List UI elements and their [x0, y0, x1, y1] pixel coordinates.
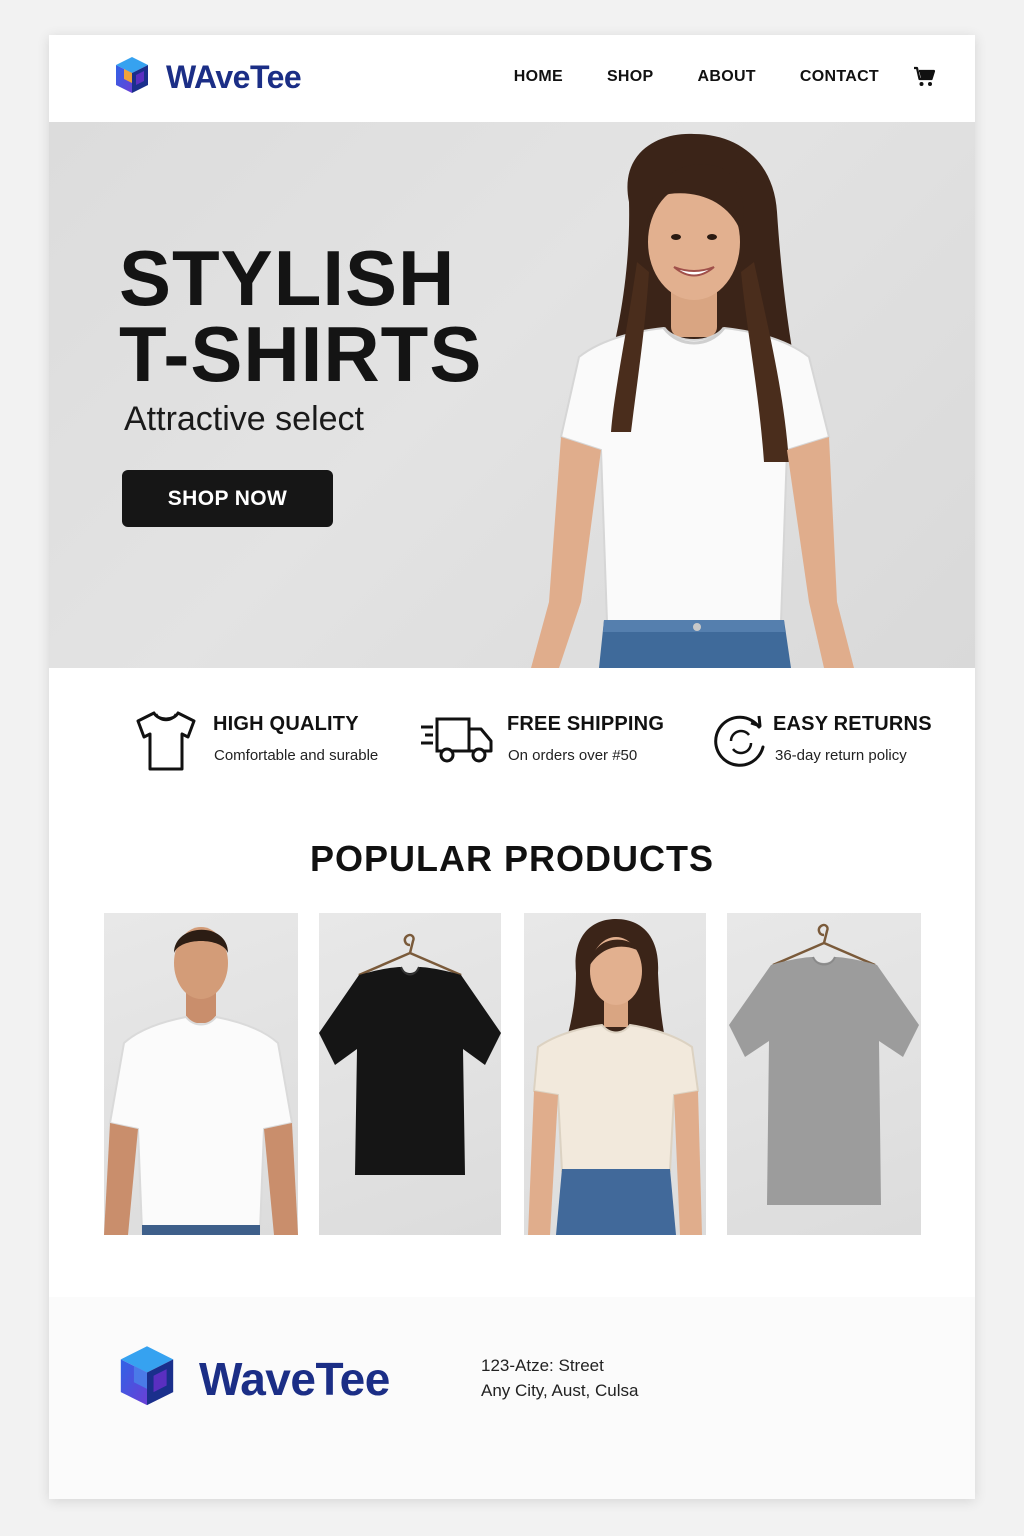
nav-contact[interactable]: CONTACT [800, 68, 879, 86]
product-card-black-tshirt[interactable] [319, 913, 501, 1235]
feature-quality: HIGH QUALITY Comfortable and surable [132, 705, 412, 785]
page: WAveTee HOME SHOP ABOUT CONTACT STYLISH … [49, 35, 975, 1499]
product-card-cream-tshirt[interactable] [524, 913, 706, 1235]
footer-brand-name: WaveTee [199, 1353, 390, 1405]
hero-subtitle: Attractive select [124, 400, 364, 438]
address-line1: 123-Atze: Street [481, 1356, 604, 1375]
nav-about[interactable]: ABOUT [697, 68, 755, 86]
hero-title-line1: STYLISH [119, 234, 456, 322]
hero-title-line2: T-SHIRTS [119, 310, 483, 398]
brand-name: WAveTee [166, 58, 302, 95]
product-card-white-tshirt[interactable] [104, 913, 298, 1235]
hero-title: STYLISH T-SHIRTS [119, 239, 482, 393]
nav-shop[interactable]: SHOP [607, 68, 654, 86]
returns-icon [714, 715, 765, 767]
feature-shipping-desc: On orders over #50 [508, 747, 638, 764]
footer: WaveTee 123-Atze: Street Any City, Aust,… [49, 1297, 975, 1499]
product-card-grey-tshirt[interactable] [727, 913, 921, 1235]
feature-shipping: FREE SHIPPING On orders over #50 [419, 705, 679, 785]
address-line2: Any City, Aust, Culsa [481, 1381, 639, 1400]
product-image-cream-woman [528, 919, 702, 1235]
product-image-grey-hanger [729, 923, 919, 1205]
feature-returns-title: EASY RETURNS [773, 713, 932, 735]
product-image-black-hanger [319, 933, 501, 1175]
feature-quality-title: HIGH QUALITY [213, 713, 359, 735]
feature-returns-desc: 36-day return policy [775, 747, 907, 764]
brand-logo[interactable]: WAveTee [110, 55, 302, 99]
tshirt-icon [136, 711, 196, 771]
footer-brand[interactable]: WaveTee [111, 1343, 390, 1415]
cube-logo-icon [116, 57, 148, 93]
feature-quality-desc: Comfortable and surable [214, 747, 379, 764]
footer-address: 123-Atze: Street Any City, Aust, Culsa [481, 1353, 638, 1403]
feature-shipping-title: FREE SHIPPING [507, 713, 665, 735]
top-nav: WAveTee HOME SHOP ABOUT CONTACT [49, 35, 975, 122]
popular-products-title: POPULAR PRODUCTS [309, 838, 715, 879]
cart-icon[interactable] [913, 65, 937, 89]
truck-icon [421, 717, 493, 763]
nav-home[interactable]: HOME [514, 68, 563, 86]
shop-now-button[interactable]: SHOP NOW [122, 470, 333, 527]
features-bar: HIGH QUALITY Comfortable and surable FRE… [49, 705, 975, 815]
hero-banner: STYLISH T-SHIRTS Attractive select SHOP … [49, 122, 975, 668]
main-menu: HOME SHOP ABOUT CONTACT [514, 65, 937, 89]
feature-returns: EASY RETURNS 36-day return policy [713, 705, 963, 785]
product-image-white-man [104, 927, 298, 1235]
hero-model-image [531, 133, 854, 668]
cube-logo-icon [120, 1346, 174, 1406]
